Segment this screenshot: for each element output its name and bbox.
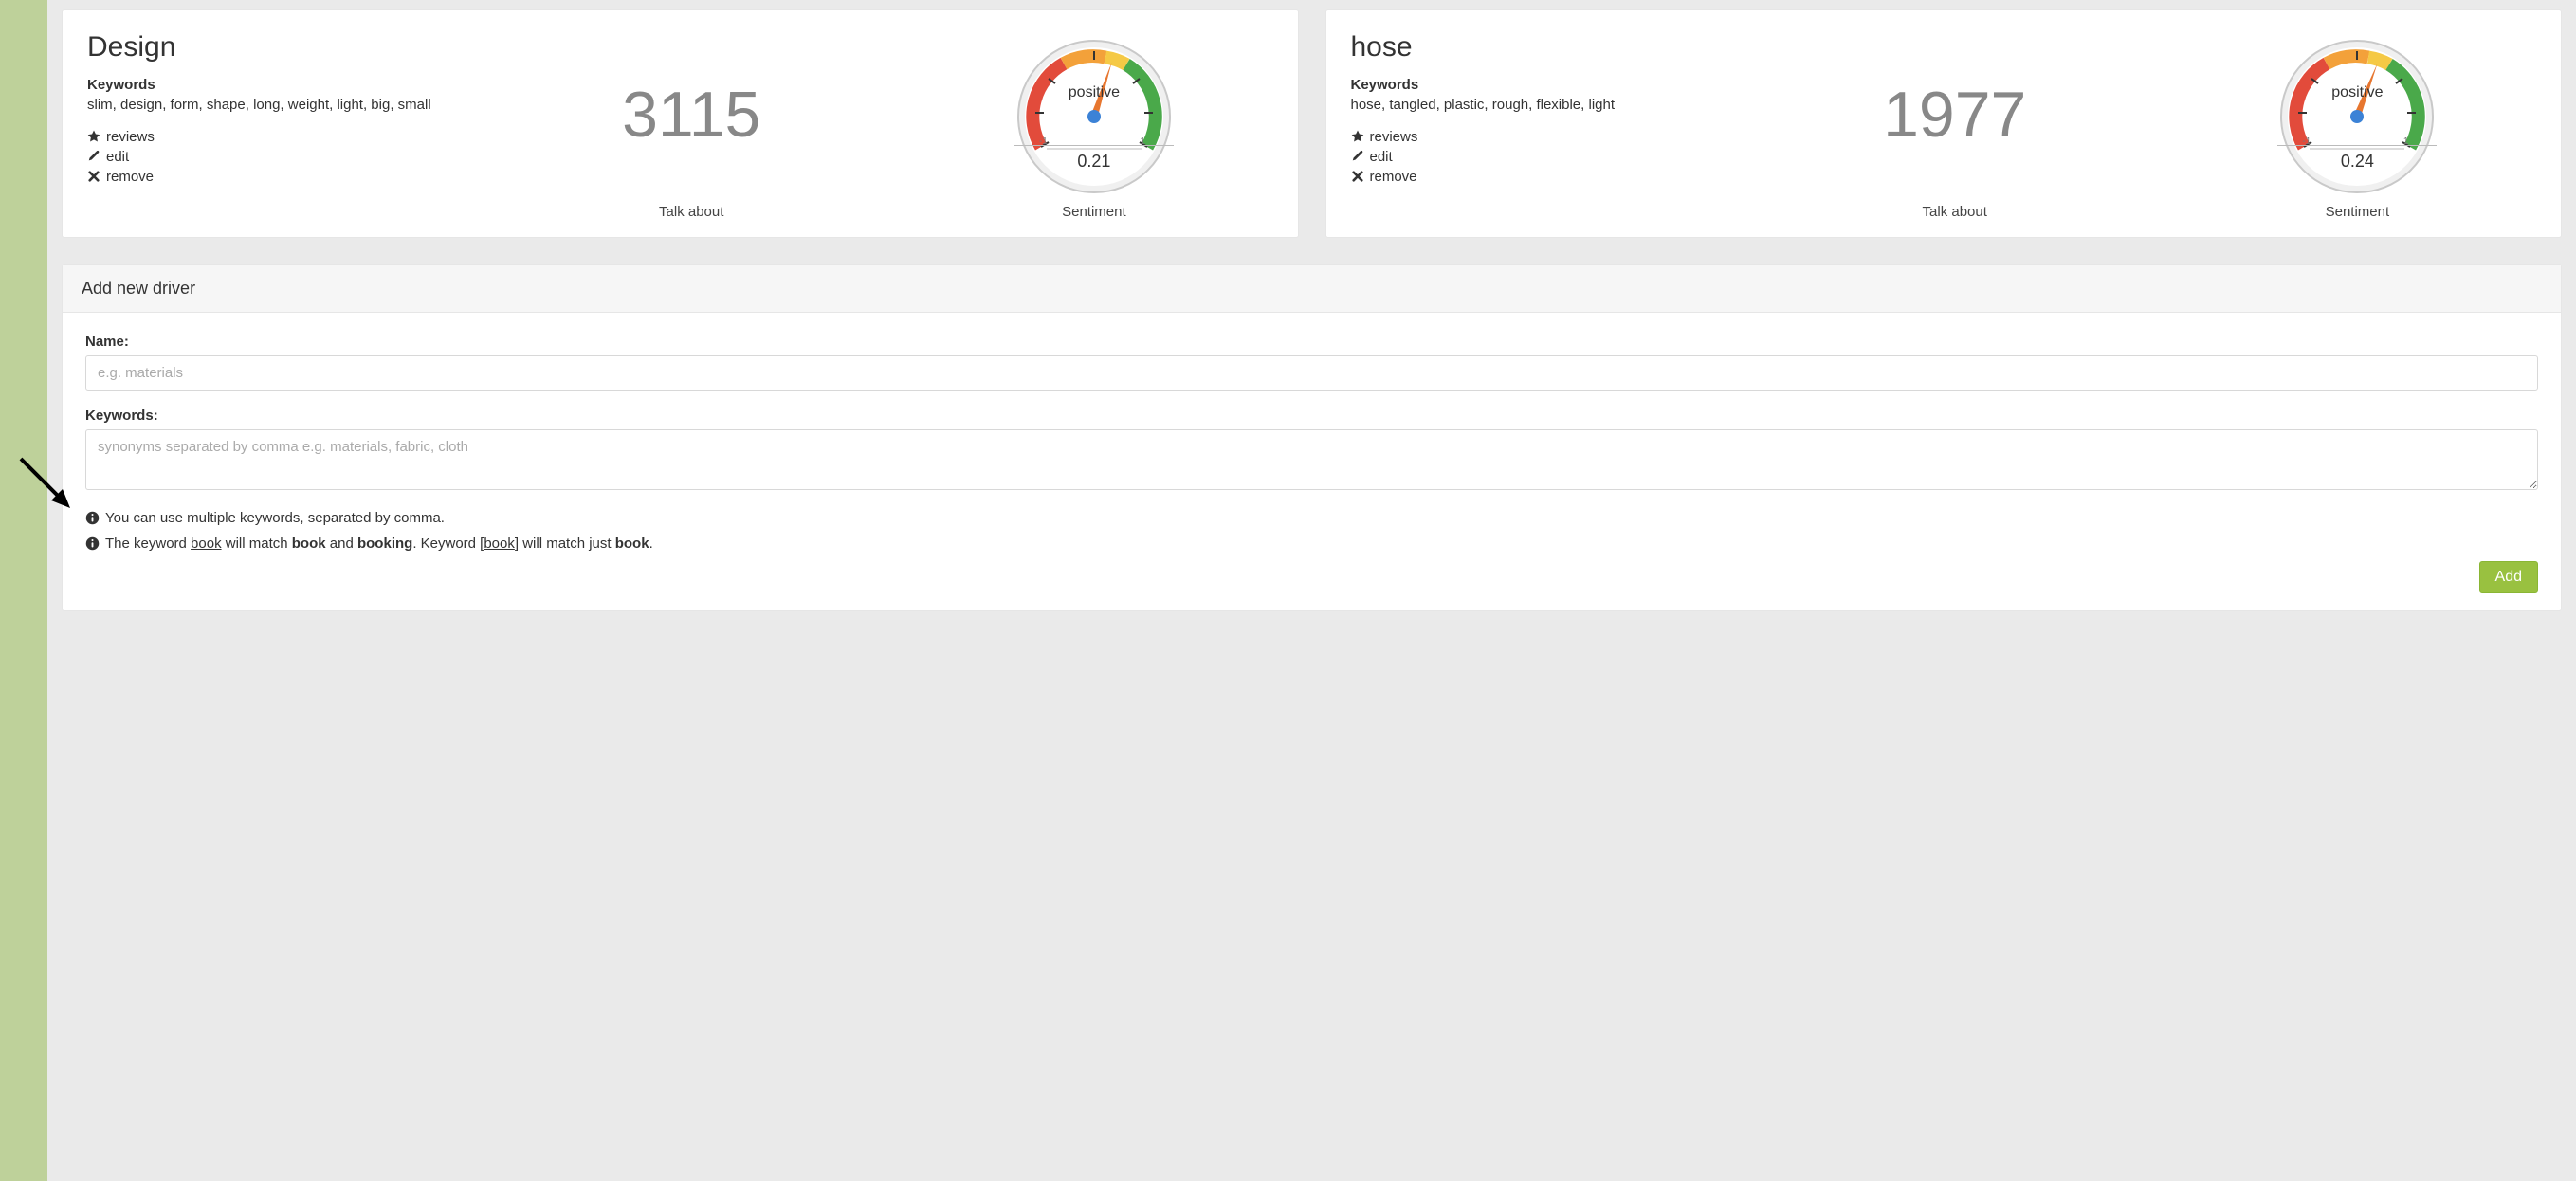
info-icon [85,511,100,525]
remove-label: remove [1370,169,1417,185]
remove-icon [1351,171,1364,182]
reviews-label: reviews [106,129,155,145]
driver-card-design: Design Keywords slim, design, form, shap… [62,9,1299,238]
pencil-icon [87,150,100,163]
panel-header: Add new driver [63,265,2561,313]
edit-label: edit [106,149,129,165]
help-text-2-content: The keyword book will match book and boo… [105,536,653,552]
review-count: 3115 [622,82,760,147]
add-button[interactable]: Add [2479,561,2538,593]
card-title: hose [1351,31,1754,64]
remove-icon [87,171,100,182]
review-count: 1977 [1883,82,2026,147]
sentiment-label: Sentiment [2326,204,2390,220]
reviews-link[interactable]: reviews [87,129,490,145]
pencil-icon [1351,150,1364,163]
add-driver-panel: Add new driver Name: Keywords: You can u… [62,264,2562,611]
name-label: Name: [85,334,2538,350]
help-text-2: The keyword book will match book and boo… [85,536,2538,552]
sentiment-label: Sentiment [1062,204,1126,220]
help-text-1: You can use multiple keywords, separated… [85,510,2538,526]
help-text-1-content: You can use multiple keywords, separated… [105,510,445,526]
sentiment-value: 0.21 [1060,152,1127,172]
card-title: Design [87,31,490,64]
name-input[interactable] [85,355,2538,391]
sentiment-word: positive [1014,84,1174,101]
sentiment-gauge: positive -1 1 0.24 [2277,37,2437,196]
star-icon [87,130,100,143]
info-icon [85,536,100,551]
sidebar-accent [0,0,47,1181]
edit-label: edit [1370,149,1393,165]
keywords-heading: Keywords [87,77,490,93]
remove-link[interactable]: remove [87,169,490,185]
keywords-list: slim, design, form, shape, long, weight,… [87,95,490,116]
driver-cards-row: Design Keywords slim, design, form, shap… [62,9,2562,238]
keywords-textarea[interactable] [85,429,2538,490]
sentiment-gauge: positive -1 1 0.21 [1014,37,1174,196]
driver-card-hose: hose Keywords hose, tangled, plastic, ro… [1325,9,2563,238]
keywords-label: Keywords: [85,408,2538,424]
sentiment-value: 0.24 [2324,152,2391,172]
talk-about-label: Talk about [659,204,723,220]
keywords-heading: Keywords [1351,77,1754,93]
remove-link[interactable]: remove [1351,169,1754,185]
edit-link[interactable]: edit [87,149,490,165]
star-icon [1351,130,1364,143]
talk-about-label: Talk about [1923,204,1987,220]
reviews-label: reviews [1370,129,1418,145]
remove-label: remove [106,169,154,185]
sentiment-word: positive [2277,84,2437,101]
reviews-link[interactable]: reviews [1351,129,1754,145]
edit-link[interactable]: edit [1351,149,1754,165]
keywords-list: hose, tangled, plastic, rough, flexible,… [1351,95,1754,116]
